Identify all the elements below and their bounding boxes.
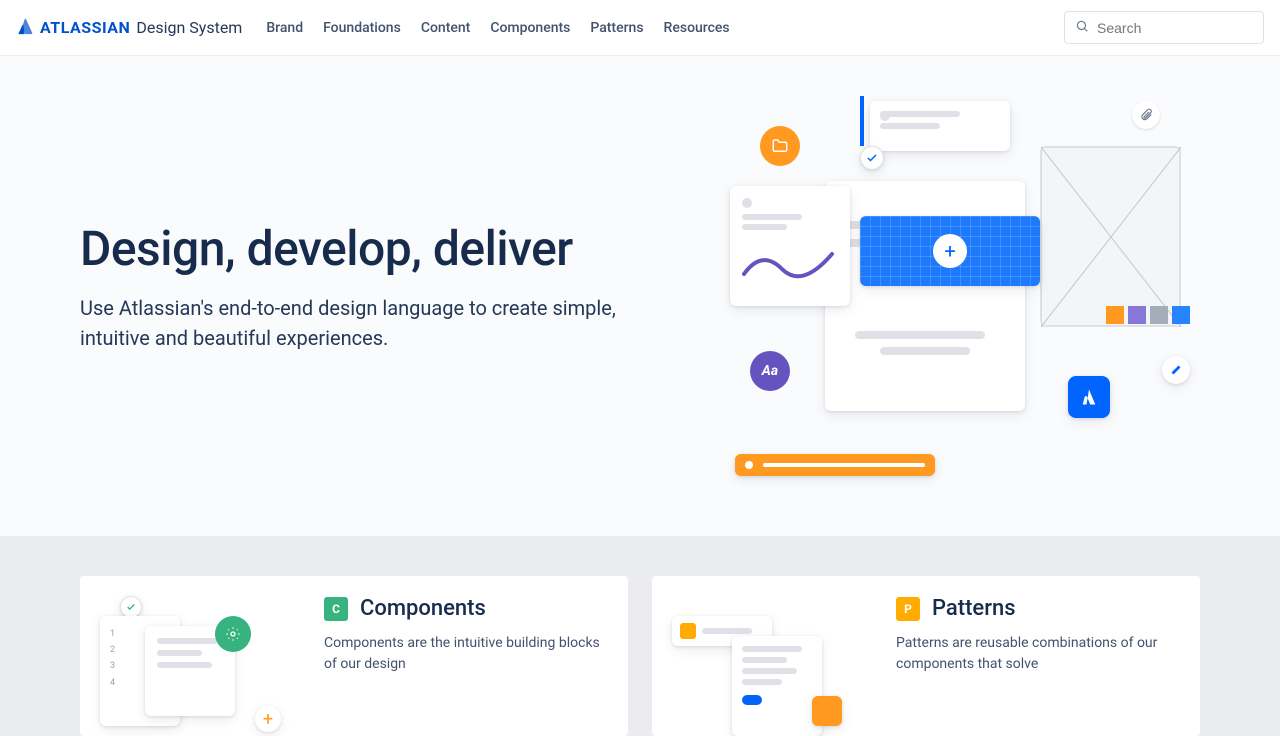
- card-title: Patterns: [932, 596, 1016, 621]
- nav-content[interactable]: Content: [421, 20, 471, 36]
- search-box[interactable]: [1064, 11, 1264, 44]
- search-input[interactable]: [1097, 20, 1253, 36]
- logo-suffix-text: Design System: [136, 18, 242, 37]
- folder-icon: [760, 126, 800, 166]
- card-patterns[interactable]: P Patterns Patterns are reusable combina…: [652, 576, 1200, 736]
- card-patterns-illustration: [672, 596, 872, 736]
- card-desc: Patterns are reusable combinations of ou…: [896, 633, 1180, 675]
- components-badge: C: [324, 597, 348, 621]
- hero-title: Design, develop, deliver: [80, 220, 640, 277]
- logo[interactable]: ATLASSIAN Design System: [16, 16, 242, 40]
- atlassian-tile-icon: [1068, 376, 1110, 418]
- card-title: Components: [360, 596, 486, 621]
- hero-text: Design, develop, deliver Use Atlassian's…: [80, 220, 640, 353]
- card-desc: Components are the intuitive building bl…: [324, 633, 608, 675]
- patterns-badge: P: [896, 597, 920, 621]
- card-components[interactable]: 1234 + C Components Components are the i…: [80, 576, 628, 736]
- search-icon: [1075, 18, 1089, 37]
- nav-foundations[interactable]: Foundations: [323, 20, 401, 36]
- cards-section: 1234 + C Components Components are the i…: [0, 536, 1280, 736]
- hero-subtitle: Use Atlassian's end-to-end design langua…: [80, 293, 640, 353]
- header: ATLASSIAN Design System Brand Foundation…: [0, 0, 1280, 56]
- nav-resources[interactable]: Resources: [664, 20, 730, 36]
- nav-components[interactable]: Components: [490, 20, 570, 36]
- atlassian-logo-icon: [16, 16, 36, 40]
- typography-icon: Aa: [750, 351, 790, 391]
- hero-illustration: + Aa: [720, 96, 1200, 476]
- logo-brand-text: ATLASSIAN: [40, 18, 130, 37]
- nav-brand[interactable]: Brand: [266, 20, 303, 36]
- card-components-illustration: 1234 +: [100, 596, 300, 736]
- hero-section: Design, develop, deliver Use Atlassian's…: [0, 56, 1280, 536]
- nav-patterns[interactable]: Patterns: [590, 20, 643, 36]
- main-nav: Brand Foundations Content Components Pat…: [266, 20, 729, 36]
